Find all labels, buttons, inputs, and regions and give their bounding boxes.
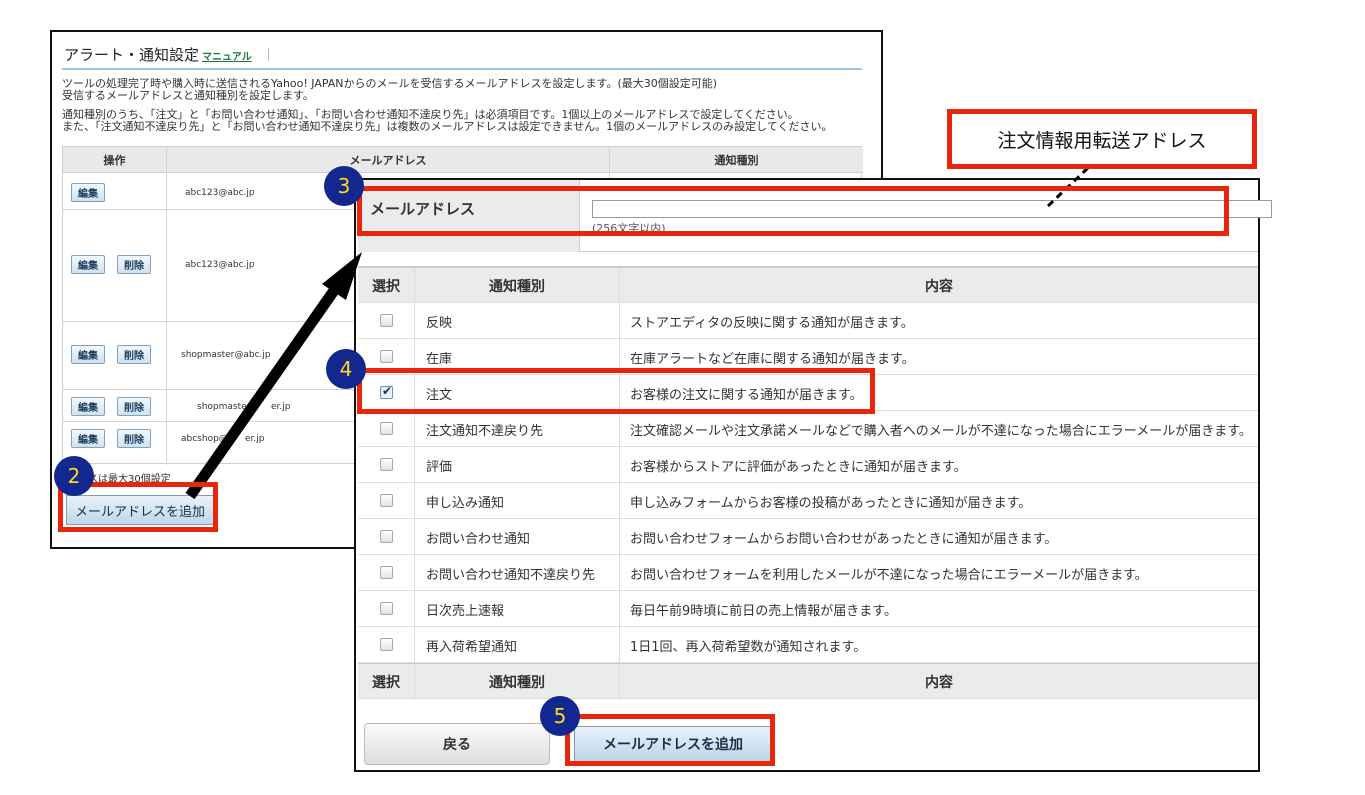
highlight-box-step3 [357,186,1229,236]
callout-label: 注文情報用転送アドレス [947,109,1257,169]
highlight-box-step4 [357,368,875,414]
step-arrow-line [185,278,345,500]
step-badge-3: 3 [324,166,364,206]
highlight-box-step5 [565,714,775,766]
step-badge-4: 4 [326,349,366,389]
step-badge-2: 2 [54,456,94,496]
step-badge-5: 5 [540,696,580,736]
